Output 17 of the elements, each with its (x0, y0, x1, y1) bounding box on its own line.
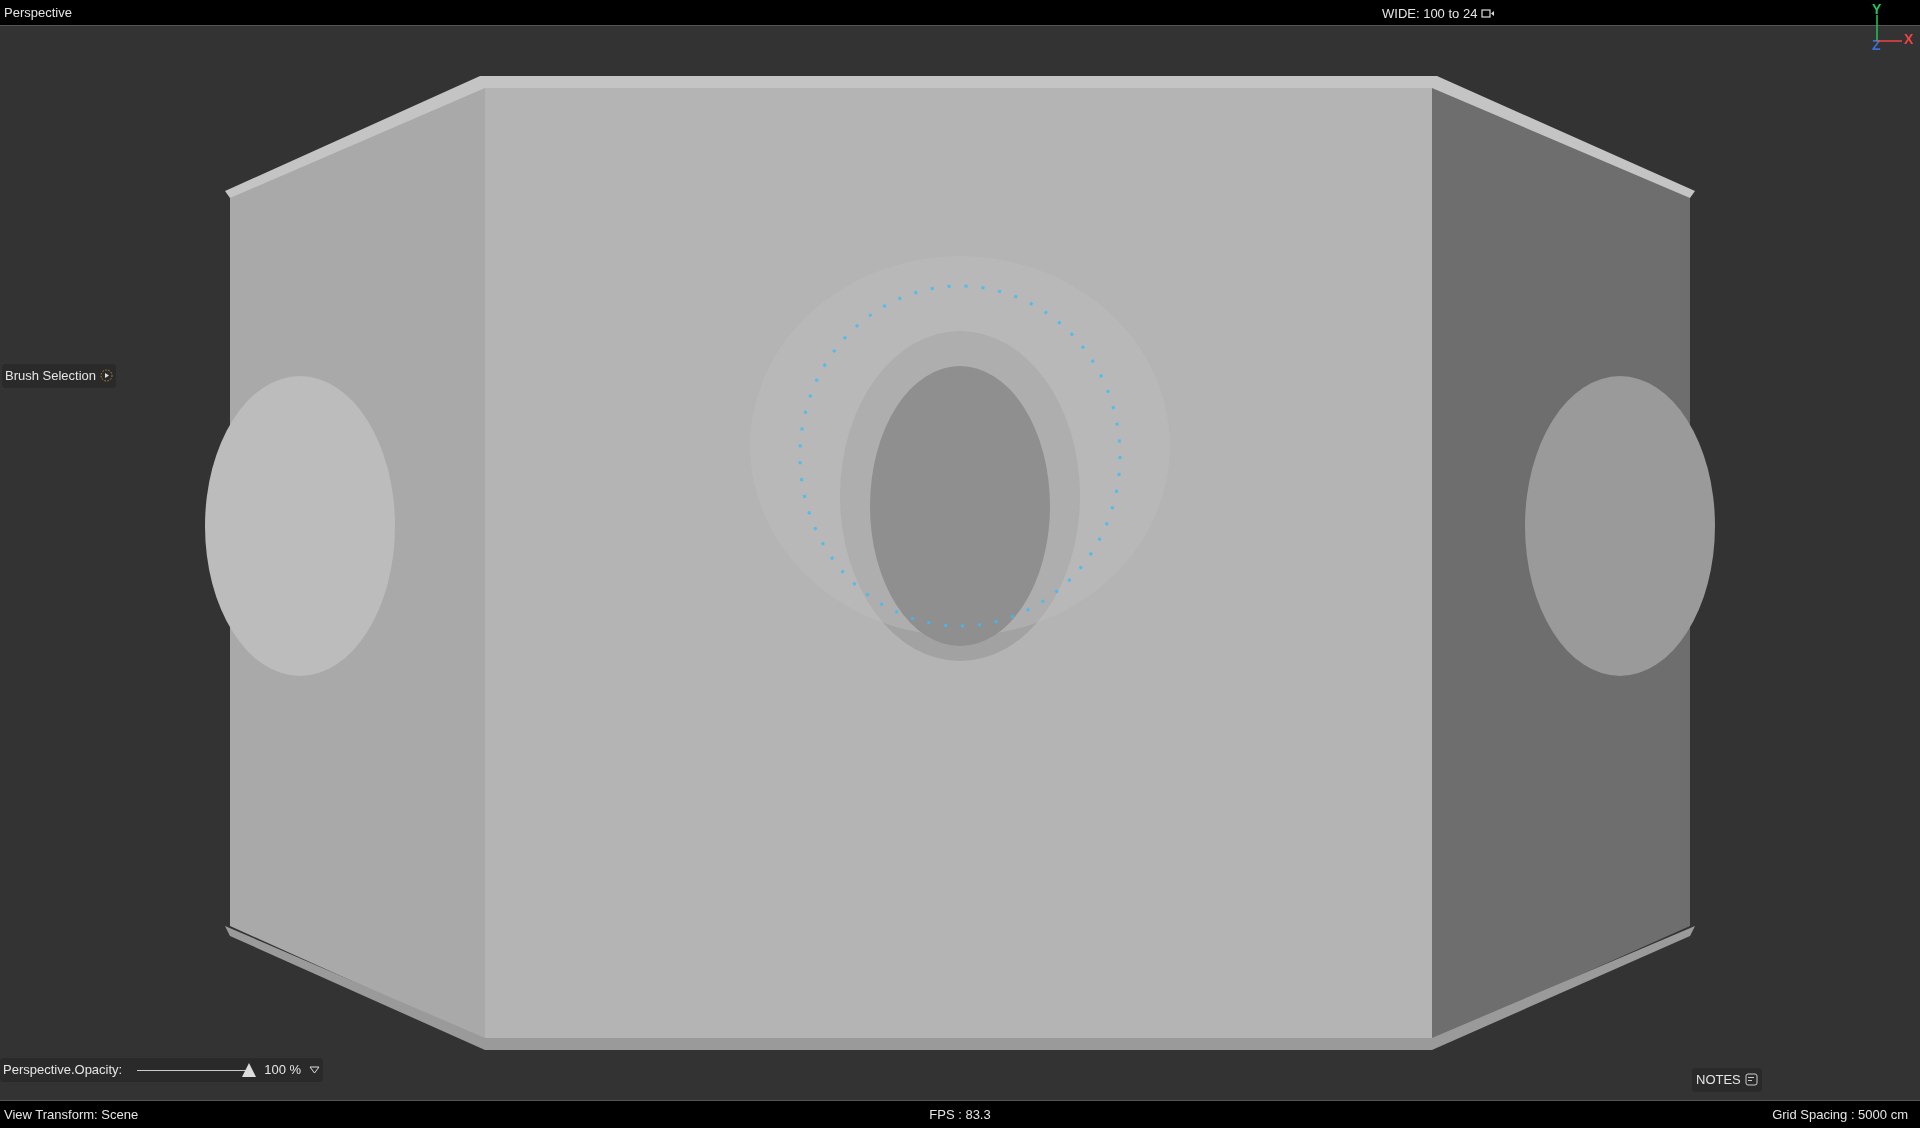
fps-label: FPS : 83.3 (929, 1105, 991, 1124)
camera-label: WIDE: 100 to 24 (1382, 5, 1478, 23)
view-name: Perspective (4, 3, 72, 22)
slider-thumb[interactable] (242, 1062, 257, 1077)
play-icon (100, 369, 114, 383)
axis-label: X (1904, 32, 1914, 46)
opacity-value: 100 % (264, 1061, 302, 1079)
camera-icon (1481, 8, 1496, 20)
view-transform-label: View Transform: Scene (4, 1105, 140, 1124)
notes-button[interactable]: NOTES (1692, 1068, 1762, 1092)
axis-label: Y (1872, 2, 1882, 16)
note-icon (1744, 1073, 1758, 1087)
dropdown-icon[interactable] (309, 1065, 321, 1074)
axis-label: Z (1872, 38, 1881, 52)
opacity-label: Perspective.Opacity: (3, 1061, 123, 1079)
brush-selection-label[interactable]: Brush Selection (2, 364, 117, 388)
grid-spacing-label: Grid Spacing : 5000 cm (1771, 1105, 1909, 1124)
